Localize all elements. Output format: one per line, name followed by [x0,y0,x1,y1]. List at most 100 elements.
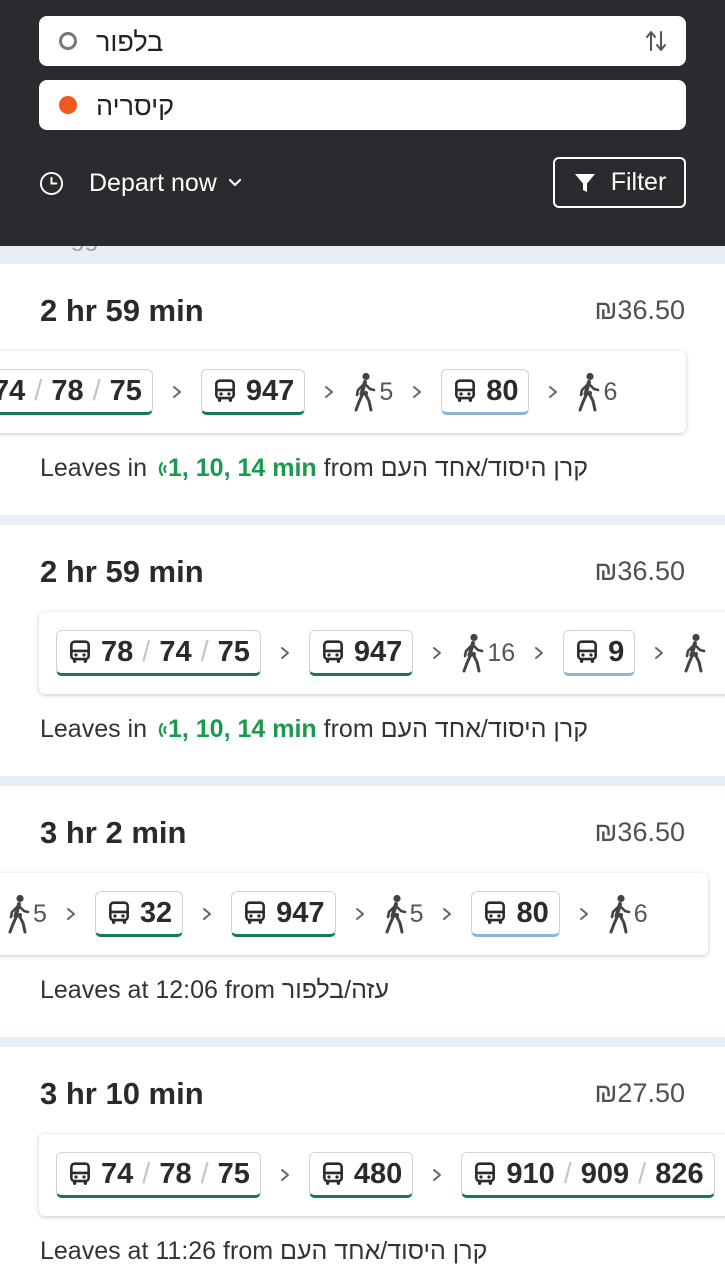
bus-line-number: 80 [516,896,549,929]
walk-leg: 5 [384,893,424,935]
leaves-from: from [224,976,275,1004]
line-separator: / [92,374,101,407]
bus-line-number: 74 [159,635,192,668]
route-price: ₪36.50 [594,556,686,586]
line-separator: / [638,1157,647,1190]
bus-icon [320,639,346,665]
route-duration: 3 hr 2 min [40,815,187,850]
chevron-right-icon [279,1167,291,1183]
departure-stop: קרן היסוד/אחד העם [380,454,588,482]
chevron-right-icon [171,384,183,400]
leaves-prefix: Leaves at [40,1237,149,1265]
filter-label: Filter [610,168,667,196]
realtime-departures: 1, 10, 14 min [167,715,317,743]
walk-minutes: 5 [379,377,394,406]
walk-leg: 5 [7,893,47,935]
chevron-right-icon [547,384,559,400]
line-separator: / [142,1157,151,1190]
bus-line-group: 78/74/75 [56,630,261,676]
walking-person-icon [683,632,707,674]
destination-field[interactable]: קיסריה [39,80,686,130]
walk-leg: 6 [577,371,617,413]
departure-stop: קרן היסוד/אחד העם [280,1237,488,1265]
departure-time: 12:06 [155,976,218,1004]
bus-line-number: 480 [353,1157,403,1190]
leaves-prefix: Leaves at [40,976,149,1004]
origin-field[interactable]: בלפור [39,16,686,66]
depart-time-selector[interactable]: Depart now [39,166,243,200]
walking-person-icon [608,893,632,935]
chevron-right-icon [279,645,291,661]
realtime-departures: 1, 10, 14 min [167,454,317,482]
bus-line-number: 947 [353,635,403,668]
chevron-right-icon [201,906,213,922]
leaves-prefix: Leaves in [40,715,148,743]
bus-line-group: 80 [471,891,560,937]
departure-time: 11:26 [155,1237,217,1265]
filter-icon [574,173,595,192]
line-separator: / [563,1157,572,1190]
bus-line-number: 78 [101,635,134,668]
chevron-right-icon [441,906,453,922]
realtime-icon [156,719,168,741]
walk-minutes: 5 [33,899,47,928]
bus-line-number: 947 [245,374,295,407]
route-card[interactable]: 2 hr 59 min ₪36.50 74/78/75 947 5 80 6 L… [0,264,725,515]
chevron-right-icon [431,1167,443,1183]
walk-leg: 5 [353,371,393,413]
bus-line-number: 78 [159,1157,192,1190]
route-duration: 3 hr 10 min [40,1076,204,1111]
chevron-right-icon [354,906,366,922]
leaves-from: from [223,1237,274,1265]
chevron-right-icon [65,906,77,922]
leaves-prefix: Leaves in [40,454,148,482]
origin-dot-icon [59,32,77,50]
bus-line-number: 826 [655,1157,704,1190]
origin-text: בלפור [96,27,164,57]
chevron-right-icon [578,906,590,922]
route-card[interactable]: 3 hr 2 min ₪36.50 5 32 947 5 80 6 Leaves… [0,786,725,1037]
departure-stop: עזה/בלפור [281,976,390,1004]
route-card[interactable]: 3 hr 10 min ₪27.50 74/78/75 480 910/909/… [0,1047,725,1280]
bus-line-group: 947 [308,630,414,676]
bus-line-group: 480 [308,1152,414,1198]
chevron-down-icon [228,178,241,187]
walking-person-icon [577,371,601,413]
bus-line-group: 9 [563,630,636,676]
chevron-right-icon [411,384,423,400]
departure-info: Leaves at 12:06 from עזה/בלפור [40,976,389,1005]
chevron-right-icon [533,645,545,661]
clock-icon [39,171,64,195]
bus-line-group: 74/78/75 [0,369,153,415]
bus-line-number: 78 [51,374,84,407]
departure-info: Leaves in 1, 10, 14 min from קרן היסוד/א… [40,454,588,483]
destination-dot-icon [59,96,77,114]
depart-label: Depart now [89,168,217,197]
walk-minutes: 5 [409,899,424,928]
bus-line-group: 947 [200,369,306,415]
bus-icon [67,1161,93,1187]
chevron-right-icon [431,645,443,661]
walking-person-icon [384,893,408,935]
bus-icon [242,900,268,926]
walk-minutes: 16 [487,638,516,667]
route-legs: 74/78/75 947 5 80 6 [0,351,686,433]
departure-info: Leaves at 11:26 from קרן היסוד/אחד העם [40,1237,487,1266]
walk-leg: 6 [608,893,648,935]
bus-icon [574,639,600,665]
walk-minutes: 6 [603,377,618,406]
route-price: ₪36.50 [594,817,686,847]
destination-text: קיסריה [96,91,175,121]
leaves-from: from [323,715,374,743]
route-duration: 2 hr 59 min [40,554,204,589]
bus-line-number: 74 [101,1157,134,1190]
bus-icon [212,378,238,404]
filter-button[interactable]: Filter [553,157,686,208]
swap-icon[interactable] [644,28,668,54]
walk-leg [683,632,709,674]
realtime-icon [156,458,168,480]
line-separator: / [142,635,151,668]
walk-minutes: 6 [633,899,648,928]
bus-line-number: 80 [486,374,519,407]
route-card[interactable]: 2 hr 59 min ₪36.50 78/74/75 947 16 9 Lea… [0,525,725,776]
